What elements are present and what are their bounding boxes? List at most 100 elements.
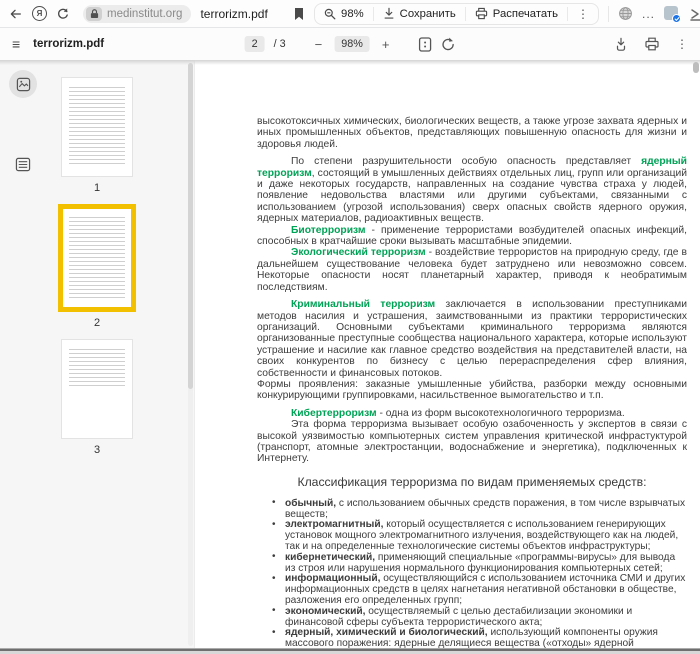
- magnifier-icon: [324, 8, 336, 20]
- page-actions-group: 98% Сохранить Распечатать ⋮: [314, 3, 599, 25]
- pdf-content-area: 1 2 3 высокотоксичных химических, биологич…: [0, 60, 700, 654]
- browser-logo-icon[interactable]: Я: [32, 6, 47, 21]
- current-page-input[interactable]: 2: [245, 36, 265, 52]
- paragraph: По степени разрушительности особую опасн…: [257, 156, 687, 224]
- pdf-print-button[interactable]: [645, 37, 659, 51]
- site-globe-button[interactable]: [618, 6, 633, 21]
- zoom-in-button[interactable]: +: [379, 37, 393, 52]
- page-thumbnail[interactable]: [58, 204, 136, 312]
- page-scrollbar-thumb[interactable]: [693, 62, 699, 73]
- fit-page-button[interactable]: [418, 37, 431, 52]
- text-segment: экономический,: [285, 606, 365, 617]
- zoom-out-button[interactable]: −: [312, 37, 326, 52]
- back-arrow-icon: [8, 7, 23, 21]
- text-segment: Криминальный терроризм: [291, 299, 435, 310]
- pdf-zoom-value[interactable]: 98%: [334, 36, 370, 52]
- window-bottom-edge: [0, 648, 700, 654]
- text-segment: обычный,: [285, 498, 336, 509]
- pdf-page-text: высокотоксичных химических, биологически…: [195, 60, 700, 654]
- paragraph: Криминальный терроризм заключается в исп…: [257, 299, 687, 379]
- pdf-download-icon: [614, 37, 628, 52]
- thumbnails-view-button[interactable]: [9, 70, 37, 98]
- bullet-item: обычный, с использованием обычных средст…: [285, 499, 687, 521]
- bullet-item: экономический, осуществляемый с целью де…: [285, 607, 687, 629]
- pdf-page-view: высокотоксичных химических, биологически…: [195, 60, 700, 654]
- url-domain: medinstitut.org: [107, 8, 182, 20]
- paragraph: Эта форма терроризма вызывает особую оза…: [257, 419, 687, 465]
- thumbnails-sidebar: 1 2 3: [0, 60, 195, 654]
- refresh-button[interactable]: [56, 7, 70, 21]
- bullet-item: информационный, осуществляющийся с испол…: [285, 574, 687, 606]
- more-extensions-button[interactable]: ...: [642, 7, 655, 21]
- text-segment: электромагнитный,: [285, 519, 383, 530]
- save-label: Сохранить: [400, 8, 456, 20]
- page-thumbnail[interactable]: [61, 77, 133, 177]
- print-label: Распечатать: [493, 8, 558, 20]
- pdf-menu-button[interactable]: ≡: [12, 36, 20, 52]
- secure-lock-badge[interactable]: [86, 7, 102, 21]
- fit-page-icon: [418, 37, 431, 52]
- pdf-toolbar: ≡ terrorizm.pdf 2 / 3 − 98% +: [0, 28, 700, 60]
- text-segment: высокотоксичных химических, биологически…: [257, 116, 687, 150]
- thumbnail-page-number: 3: [94, 444, 100, 456]
- text-segment: кибернетический,: [285, 552, 375, 563]
- bullet-list: обычный, с использованием обычных средст…: [257, 499, 687, 654]
- bookmark-button[interactable]: [293, 7, 305, 21]
- zoom-indicator-button[interactable]: 98%: [315, 4, 373, 24]
- url-path: terrorizm.pdf: [200, 7, 267, 21]
- extension-button[interactable]: [664, 6, 679, 21]
- paragraph: Экологический терроризм - воздействие те…: [257, 247, 687, 293]
- rotate-button[interactable]: [440, 37, 455, 52]
- pdf-page-controls: 2 / 3 − 98% +: [245, 36, 456, 52]
- domain-chip[interactable]: medinstitut.org: [83, 5, 191, 23]
- outline-view-button[interactable]: [9, 150, 37, 178]
- text-segment: информационный,: [285, 573, 380, 584]
- refresh-icon: [56, 7, 70, 21]
- pdf-download-button[interactable]: [614, 37, 628, 52]
- text-segment: , состоящий в умышленных действиях отдел…: [257, 168, 687, 225]
- lock-icon: [90, 9, 99, 19]
- page-thumbnail[interactable]: [61, 339, 133, 439]
- text-segment: По степени разрушительности особую опасн…: [291, 156, 641, 167]
- printer-icon: [475, 7, 488, 20]
- pdf-more-button[interactable]: ⋮: [676, 37, 688, 51]
- zoom-value: 98%: [341, 8, 364, 20]
- paragraph: Формы проявления: заказные умышленные уб…: [257, 379, 687, 402]
- bookmark-flag-icon: [293, 7, 305, 21]
- browser-toolbar: Я medinstitut.org terrorizm.pdf: [0, 0, 700, 28]
- paragraph: Биотерроризм - применение террористами в…: [257, 225, 687, 248]
- paragraph: высокотоксичных химических, биологически…: [257, 116, 687, 150]
- download-icon: [383, 7, 395, 20]
- check-icon: [674, 16, 680, 22]
- text-segment: заключается в использовании преступникам…: [257, 299, 687, 378]
- text-segment: - одна из форм высокотехнологичного терр…: [377, 408, 625, 419]
- back-button[interactable]: [8, 7, 23, 21]
- save-button[interactable]: Сохранить: [374, 4, 465, 24]
- actions-more-button[interactable]: ⋮: [568, 4, 598, 24]
- bullet-item: кибернетический, применяющий специальные…: [285, 553, 687, 575]
- text-segment: Формы проявления: заказные умышленные уб…: [257, 379, 687, 401]
- print-button[interactable]: Распечатать: [466, 4, 567, 24]
- thumbnail-preview-lines: [69, 217, 125, 301]
- pdf-printer-icon: [645, 37, 659, 51]
- thumbnail-preview-lines: [69, 87, 125, 165]
- bullet-item: электромагнитный, который осуществляется…: [285, 520, 687, 552]
- page-count: / 3: [274, 38, 286, 50]
- text-segment: ядерный, химический и биологический,: [285, 627, 488, 638]
- thumbnail-wrap: 3: [61, 339, 133, 466]
- thumbnail-page-number: 2: [94, 317, 100, 329]
- thumbnail-wrap: 2: [58, 204, 136, 339]
- paragraph: Кибертерроризм - одна из форм высокотехн…: [257, 408, 687, 419]
- center-heading: Классификация терроризма по видам примен…: [257, 475, 687, 490]
- text-segment: Эта форма терроризма вызывает особую оза…: [257, 419, 687, 464]
- thumbnails-view-icon: [16, 77, 31, 92]
- address-bar[interactable]: medinstitut.org terrorizm.pdf: [83, 5, 268, 23]
- thumbnail-wrap: 1: [61, 77, 133, 204]
- sidebar-scrollbar[interactable]: [188, 63, 193, 646]
- text-segment: Биотерроризм: [291, 225, 366, 236]
- sidebar-toggle-chevron-icon[interactable]: [688, 7, 700, 21]
- text-segment: Кибертерроризм: [291, 408, 377, 419]
- sidebar-scrollbar-thumb[interactable]: [188, 63, 193, 389]
- text-segment: Экологический терроризм: [291, 247, 426, 258]
- thumbnail-page-number: 1: [94, 182, 100, 194]
